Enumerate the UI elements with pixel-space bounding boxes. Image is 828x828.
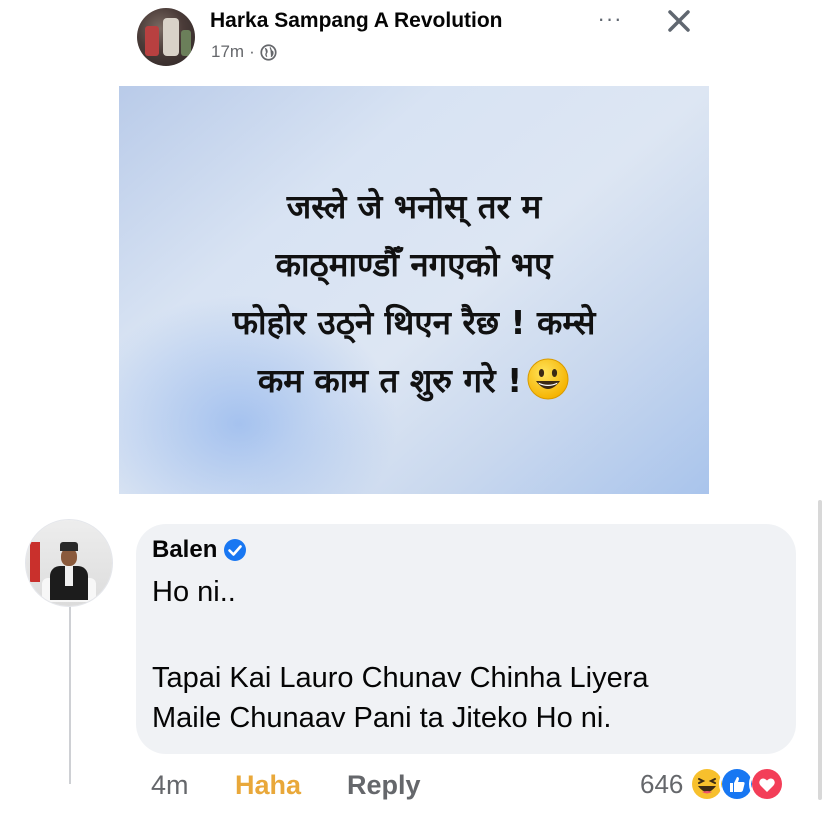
image-text-line: कम काम त शुरु गरे ! (257, 361, 523, 400)
smiley-emoji-icon (527, 358, 569, 399)
haha-reaction-button[interactable]: Haha (235, 770, 347, 801)
comment-text-line: Tapai Kai Lauro Chunav Chinha Liyera (152, 662, 649, 694)
reply-button[interactable]: Reply (347, 770, 421, 801)
image-text-line-last: कम काम त शुरु गरे ! (119, 352, 709, 410)
reaction-summary[interactable]: 646 (640, 766, 786, 802)
post-meta: 17m · (211, 42, 277, 62)
image-text-line: जस्ले जे भनोस् तर म (286, 187, 542, 226)
post-header: Harka Sampang A Revolution 17m · ··· (0, 0, 828, 80)
post-time[interactable]: 17m (211, 42, 244, 62)
post-image[interactable]: जस्ले जे भनोस् तर म काठ्माण्डौँ नगएको भए… (119, 86, 709, 494)
post-image-text: जस्ले जे भनोस् तर म काठ्माण्डौँ नगएको भए… (119, 178, 709, 410)
post-author[interactable]: Harka Sampang A Revolution (210, 9, 503, 33)
verified-icon (224, 539, 247, 561)
close-icon[interactable] (662, 4, 696, 38)
globe-icon (260, 43, 277, 61)
commenter-name-row: Balen (152, 536, 247, 564)
reaction-count: 646 (640, 768, 684, 799)
more-icon[interactable]: ··· (592, 6, 628, 36)
image-text-line: फोहोर उठ्ने थिएन रैछ ! कम्से (232, 303, 596, 342)
page-avatar[interactable] (137, 8, 195, 66)
comment-actions: 4m Haha Reply (151, 770, 421, 801)
meta-separator: · (249, 42, 255, 61)
comment-text-line: Ho ni.. (152, 576, 236, 608)
thread-line (69, 604, 71, 784)
scrollbar[interactable] (818, 500, 822, 800)
image-text-line: काठ्माण्डौँ नगएको भए (275, 245, 553, 284)
commenter-avatar[interactable] (25, 519, 113, 607)
comment-bubble: Balen Ho ni.. Tapai Kai Lauro Chunav Chi… (136, 524, 796, 754)
love-reaction-icon (749, 766, 786, 802)
comment-text-line: Maile Chunaav Pani ta Jiteko Ho ni. (152, 702, 612, 734)
commenter-name[interactable]: Balen (152, 536, 217, 564)
comment-time[interactable]: 4m (151, 770, 235, 801)
